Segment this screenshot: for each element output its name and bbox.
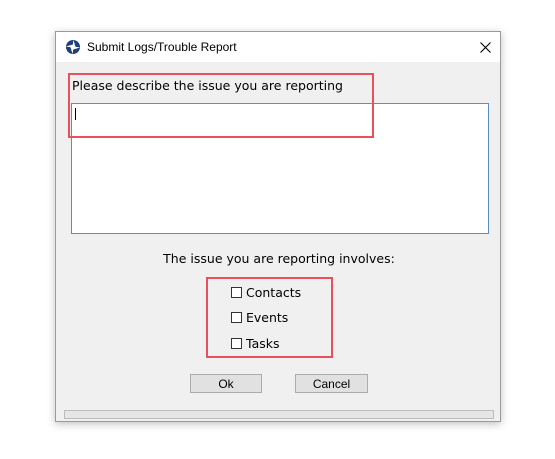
checkbox-contacts-box[interactable] [231,286,242,298]
aperture-icon [66,40,80,54]
checkbox-events-box[interactable] [231,311,242,323]
dialog-title: Submit Logs/Trouble Report [87,40,237,54]
ok-button[interactable]: Ok [190,374,262,393]
checkbox-contacts[interactable]: Contacts [231,284,301,300]
involves-label: The issue you are reporting involves: [163,251,395,266]
text-caret [75,108,76,120]
checkbox-tasks-box[interactable] [231,337,242,349]
description-label: Please describe the issue you are report… [72,78,343,93]
checkbox-tasks[interactable]: Tasks [231,335,280,351]
checkbox-tasks-label[interactable]: Tasks [246,336,280,351]
close-button[interactable] [470,32,500,62]
progress-bar [64,410,494,419]
checkbox-events-label[interactable]: Events [246,310,288,325]
cancel-button[interactable]: Cancel [295,374,368,393]
close-icon [479,41,491,53]
checkbox-contacts-label[interactable]: Contacts [246,285,301,300]
title-bar: Submit Logs/Trouble Report [56,32,500,62]
trouble-report-dialog: Submit Logs/Trouble Report Please descri… [55,31,501,422]
description-textarea[interactable] [71,103,489,234]
checkbox-events[interactable]: Events [231,309,288,325]
